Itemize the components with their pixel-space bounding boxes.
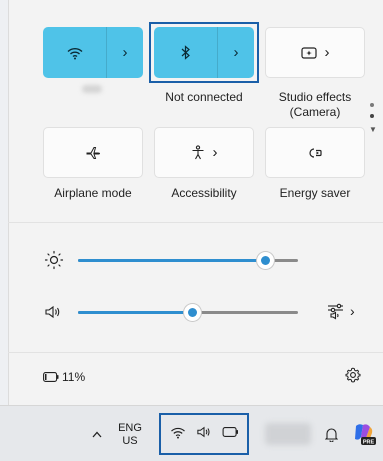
battery-percentage: 11% — [62, 370, 86, 384]
bluetooth-tile-label: Not connected — [165, 90, 243, 104]
battery-icon — [222, 427, 239, 437]
brightness-slider-fill — [78, 259, 265, 262]
studio-effects-tile[interactable]: › — [265, 27, 365, 78]
energy-saver-icon — [307, 147, 323, 159]
system-tray-status-group[interactable] — [163, 417, 245, 447]
brightness-slider-thumb[interactable] — [257, 252, 274, 269]
bluetooth-tile[interactable]: › — [154, 27, 254, 78]
bluetooth-expand-chevron-icon[interactable]: › — [218, 27, 254, 78]
taskbar: ENG US PRE — [0, 405, 383, 461]
clock-blurred — [265, 423, 311, 445]
audio-output-select-icon[interactable]: › — [327, 302, 355, 320]
brightness-icon — [44, 250, 64, 270]
tiles-slider-separator — [8, 222, 383, 223]
keyboard-layout: US — [122, 435, 138, 447]
gear-icon[interactable] — [345, 367, 361, 383]
volume-slider-thumb[interactable] — [184, 304, 202, 321]
wifi-expand-chevron-icon[interactable]: › — [107, 27, 143, 78]
clock-area[interactable] — [262, 420, 314, 448]
accessibility-toggle[interactable]: › — [155, 128, 253, 177]
pager-dot[interactable] — [370, 103, 374, 107]
airplane-mode-toggle[interactable] — [44, 128, 142, 177]
slider-footer-separator — [8, 352, 383, 353]
airplane-mode-tile[interactable] — [43, 127, 143, 178]
accessibility-icon — [191, 145, 205, 160]
bluetooth-toggle[interactable] — [154, 27, 218, 78]
wifi-network-name — [82, 85, 102, 93]
quick-settings-footer: 11% — [8, 360, 383, 405]
battery-icon — [43, 372, 59, 382]
bell-icon[interactable] — [322, 424, 340, 444]
wifi-tile[interactable]: › — [43, 27, 143, 78]
studio-effects-toggle[interactable]: › — [266, 28, 364, 77]
studio-effects-icon — [300, 46, 317, 59]
wifi-icon — [67, 46, 83, 60]
energy-saver-tile[interactable] — [265, 127, 365, 178]
volume-slider[interactable] — [78, 304, 298, 321]
volume-slider-fill — [78, 311, 193, 314]
energy-saver-tile-label: Energy saver — [279, 186, 351, 200]
svg-text:PRE: PRE — [363, 439, 375, 445]
pager-down-icon[interactable]: ▼ — [369, 125, 377, 134]
copilot-icon[interactable]: PRE — [350, 420, 378, 448]
tiles-pager[interactable]: ▼ — [369, 96, 377, 134]
speaker-icon — [44, 304, 62, 320]
studio-effects-chevron-icon: › — [324, 44, 330, 61]
studio-effects-tile-label: Studio effects (Camera) — [278, 90, 352, 119]
wifi-icon — [170, 426, 186, 439]
accessibility-tile-label: Accessibility — [171, 186, 237, 200]
chevron-up-icon[interactable] — [88, 424, 106, 444]
accessibility-chevron-icon: › — [212, 144, 218, 161]
pager-dot-active[interactable] — [370, 114, 374, 118]
airplane-mode-tile-label: Airplane mode — [54, 186, 132, 200]
input-language-indicator[interactable]: ENG US — [110, 420, 150, 450]
speaker-icon — [196, 425, 212, 439]
brightness-slider[interactable] — [78, 252, 298, 269]
brightness-slider-row — [44, 250, 364, 270]
audio-output-chevron-icon: › — [350, 303, 355, 319]
wifi-toggle[interactable] — [43, 27, 107, 78]
language-code: ENG — [118, 422, 142, 434]
accessibility-tile[interactable]: › — [154, 127, 254, 178]
volume-slider-row: › — [44, 302, 364, 322]
airplane-icon — [85, 145, 101, 161]
energy-saver-toggle[interactable] — [266, 128, 364, 177]
bluetooth-icon — [181, 45, 191, 60]
battery-status[interactable]: 11% — [43, 370, 85, 384]
